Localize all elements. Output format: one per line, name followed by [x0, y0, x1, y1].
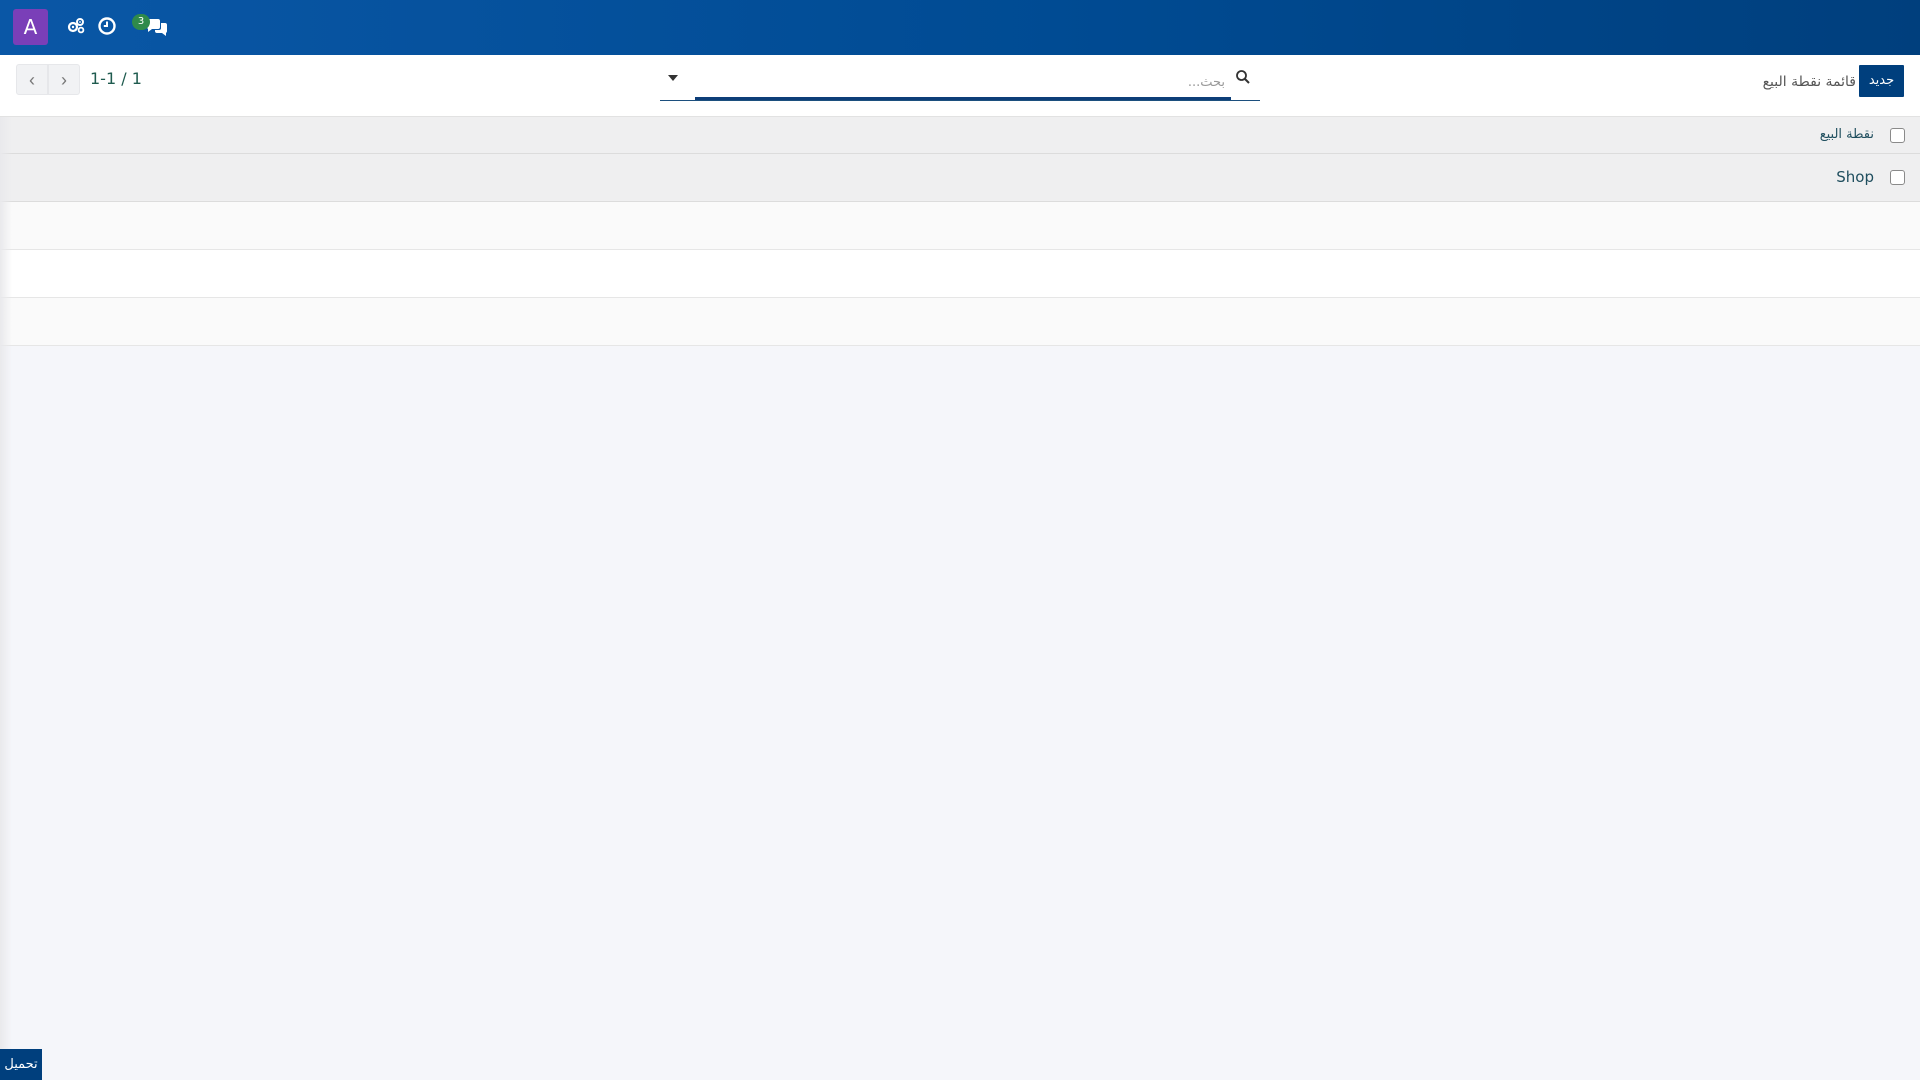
search-icon[interactable]: [1235, 69, 1251, 89]
search-focus-indicator: [695, 97, 1231, 100]
control-panel: ‹ › 1-1 / 1 قائمة نقطة البيع جديد: [0, 55, 1920, 117]
search-options-toggle-icon[interactable]: [668, 75, 678, 81]
user-avatar[interactable]: A: [13, 9, 48, 45]
chat-badge: 3: [132, 14, 150, 30]
pager-value[interactable]: 1-1 / 1: [90, 69, 142, 88]
row-checkbox[interactable]: [1890, 128, 1905, 143]
row-checkbox[interactable]: [1890, 170, 1905, 185]
load-button[interactable]: تحميل: [0, 1049, 42, 1080]
row-label: نقطة البيع: [1819, 127, 1874, 142]
scroll-edge-shadow: [0, 117, 12, 1080]
search-box: [660, 63, 1260, 101]
list-row[interactable]: نقطة البيع: [0, 117, 1920, 154]
empty-row: [0, 298, 1920, 346]
list-row[interactable]: Shop: [0, 154, 1920, 202]
breadcrumb-title: قائمة نقطة البيع: [1762, 74, 1856, 90]
empty-row: [0, 202, 1920, 250]
empty-row: [0, 250, 1920, 298]
row-label: Shop: [1836, 168, 1874, 186]
pager-next-button[interactable]: ›: [48, 64, 80, 95]
clock-icon[interactable]: [97, 16, 119, 38]
new-button[interactable]: جديد: [1859, 65, 1904, 97]
gear-icon[interactable]: [66, 16, 88, 38]
pager-previous-button[interactable]: ‹: [16, 64, 48, 95]
top-navbar: A 3: [0, 0, 1920, 55]
list-view: نقطة البيع Shop: [0, 117, 1920, 346]
search-input[interactable]: [695, 69, 1225, 95]
